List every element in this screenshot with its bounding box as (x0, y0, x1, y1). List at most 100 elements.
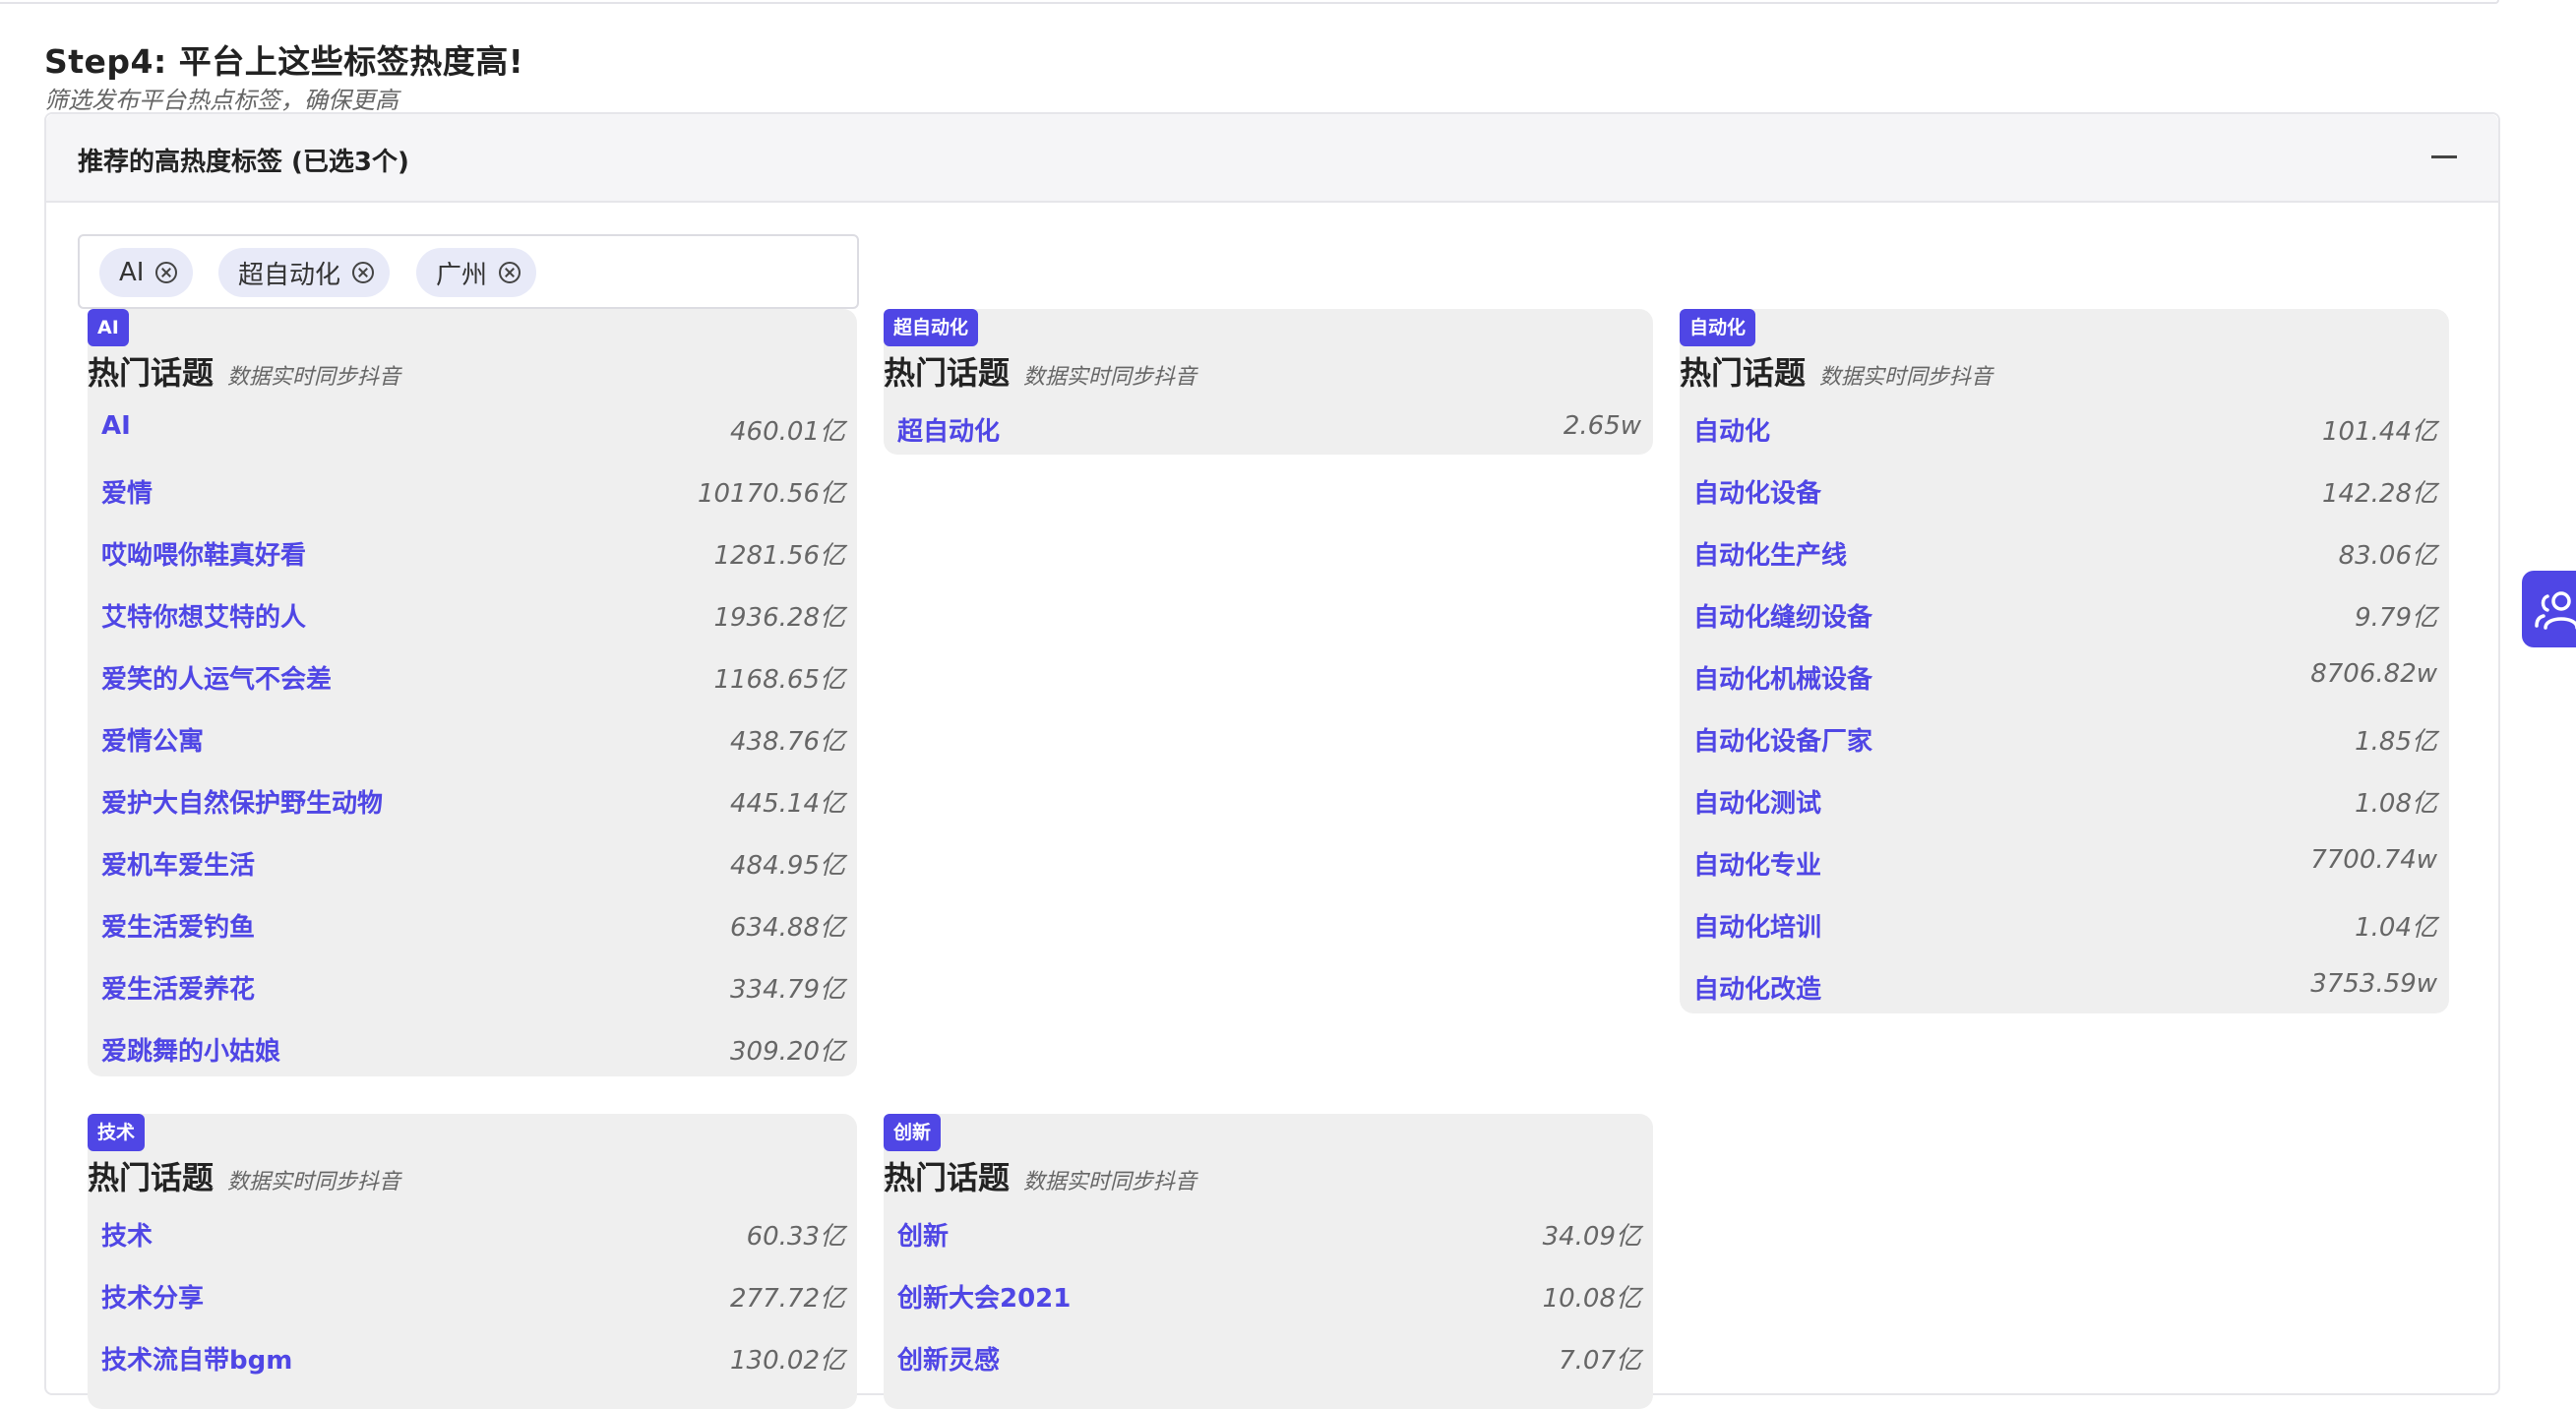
topic-name[interactable]: 超自动化 (897, 411, 1000, 448)
topic-count: 10170.56亿 (697, 479, 845, 509)
topic-count: 7700.74w (2310, 845, 2437, 875)
topic-name[interactable]: 艾特你想艾特的人 (101, 597, 306, 634)
topic-count: 8706.82w (2310, 659, 2437, 689)
topic-row[interactable]: 技术流自带bgm 130.02亿 (88, 1330, 857, 1392)
topic-count: 7.07亿 (1559, 1346, 1641, 1376)
topic-name[interactable]: 自动化设备厂家 (1693, 721, 1872, 758)
hot-tags-panel: 推荐的高热度标签 (已选3个) AI 超自动化 广州 AI 热门话题 数据实时同… (44, 112, 2500, 1409)
hot-topic-card: AI 热门话题 数据实时同步抖音 AI 460.01亿 爱情 10170.56亿 哎… (88, 309, 857, 1076)
topic-row[interactable]: 自动化生产线 83.06亿 (1680, 525, 2449, 587)
topic-row[interactable]: 爱情公寓 438.76亿 (88, 711, 857, 773)
topic-name[interactable]: 爱机车爱生活 (101, 845, 255, 882)
selected-tags-input[interactable]: AI 超自动化 广州 (78, 234, 859, 309)
topic-row[interactable]: 创新大会2021 10.08亿 (884, 1268, 1653, 1330)
topic-name[interactable]: 爱生活爱养花 (101, 969, 255, 1006)
topic-row[interactable]: 艾特你想艾特的人 1936.28亿 (88, 587, 857, 649)
card-tag-badge: AI (88, 309, 129, 346)
topic-name[interactable]: 创新 (897, 1216, 949, 1253)
step-subtitle: 筛选发布平台热点标签，确保更高 (44, 87, 399, 114)
users-icon (2535, 591, 2576, 630)
topic-row[interactable]: AI 460.01亿 (88, 401, 857, 463)
topic-name[interactable]: 技术分享 (101, 1278, 204, 1315)
topic-name[interactable]: AI (101, 411, 131, 441)
topic-row[interactable]: 爱情 10170.56亿 (88, 463, 857, 525)
topic-name[interactable]: 自动化测试 (1693, 783, 1821, 820)
topic-list: 自动化 101.44亿 自动化设备 142.28亿 自动化生产线 83.06亿 自动化… (1680, 401, 2449, 1021)
topic-row[interactable]: 技术分享 277.72亿 (88, 1268, 857, 1330)
topic-row[interactable]: 爱生活爱养花 334.79亿 (88, 959, 857, 1021)
topic-name[interactable]: 自动化 (1693, 411, 1770, 448)
topic-row[interactable]: 自动化测试 1.08亿 (1680, 773, 2449, 835)
topic-row[interactable]: 爱机车爱生活 484.95亿 (88, 835, 857, 897)
topic-name[interactable]: 自动化设备 (1693, 473, 1821, 510)
topic-name[interactable]: 爱跳舞的小姑娘 (101, 1031, 280, 1068)
topic-row[interactable]: 爱生活爱钓鱼 634.88亿 (88, 897, 857, 959)
card-title: 热门话题 (1680, 354, 1807, 392)
topic-name[interactable]: 爱生活爱钓鱼 (101, 907, 255, 944)
topic-name[interactable]: 爱护大自然保护野生动物 (101, 783, 383, 820)
topic-row[interactable]: 哎呦喂你鞋真好看 1281.56亿 (88, 525, 857, 587)
topic-count: 1.08亿 (2355, 789, 2437, 819)
topic-row[interactable]: 创新 34.09亿 (884, 1206, 1653, 1268)
topic-count: 445.14亿 (730, 789, 845, 819)
topic-row[interactable]: 自动化改造 3753.59w (1680, 959, 2449, 1021)
selected-tag-chip[interactable]: AI (99, 248, 194, 297)
circle-x-icon[interactable] (499, 262, 521, 283)
topic-name[interactable]: 创新灵感 (897, 1340, 1000, 1377)
topic-count: 10.08亿 (1542, 1284, 1641, 1314)
topic-name[interactable]: 自动化专业 (1693, 845, 1821, 882)
topic-name[interactable]: 哎呦喂你鞋真好看 (101, 535, 306, 572)
selected-tag-chip[interactable]: 超自动化 (218, 248, 391, 297)
panel-title: 推荐的高热度标签 (已选3个) (78, 148, 409, 177)
minus-icon[interactable] (2431, 155, 2457, 158)
topic-count: 83.06亿 (2338, 541, 2437, 571)
topic-name[interactable]: 自动化生产线 (1693, 535, 1847, 572)
topic-name[interactable]: 创新大会2021 (897, 1278, 1071, 1315)
topic-row[interactable]: 创新灵感 7.07亿 (884, 1330, 1653, 1392)
hot-topic-card: 技术 热门话题 数据实时同步抖音 技术 60.33亿 技术分享 277.72亿 技术… (88, 1114, 857, 1409)
selected-tag-chip[interactable]: 广州 (416, 248, 537, 297)
topic-row[interactable]: 自动化培训 1.04亿 (1680, 897, 2449, 959)
side-float-button[interactable] (2522, 571, 2576, 647)
circle-x-icon[interactable] (352, 262, 375, 283)
chip-label: 广州 (436, 260, 488, 290)
topic-row[interactable]: 爱护大自然保护野生动物 445.14亿 (88, 773, 857, 835)
topic-row[interactable]: 爱跳舞的小姑娘 309.20亿 (88, 1021, 857, 1083)
card-subtitle: 数据实时同步抖音 (1023, 365, 1197, 390)
topic-name[interactable]: 自动化改造 (1693, 969, 1821, 1006)
topic-name[interactable]: 技术流自带bgm (101, 1340, 292, 1377)
panel-header[interactable]: 推荐的高热度标签 (已选3个) (46, 114, 2498, 203)
topic-row[interactable]: 自动化专业 7700.74w (1680, 835, 2449, 897)
topic-row[interactable]: 超自动化 2.65w (884, 401, 1653, 463)
topic-count: 130.02亿 (730, 1346, 845, 1376)
topic-name[interactable]: 自动化机械设备 (1693, 659, 1872, 696)
topic-row[interactable]: 自动化 101.44亿 (1680, 401, 2449, 463)
topic-list: 超自动化 2.65w (884, 401, 1653, 463)
topic-row[interactable]: 自动化设备厂家 1.85亿 (1680, 711, 2449, 773)
topic-count: 101.44亿 (2322, 417, 2437, 447)
topic-name[interactable]: 技术 (101, 1216, 153, 1253)
topic-row[interactable]: 爱笑的人运气不会差 1168.65亿 (88, 649, 857, 711)
circle-x-icon[interactable] (155, 262, 178, 283)
topic-row[interactable]: 自动化设备 142.28亿 (1680, 463, 2449, 525)
card-tag-badge: 自动化 (1680, 309, 1756, 346)
chip-label: 超自动化 (238, 260, 341, 290)
topic-name[interactable]: 爱情公寓 (101, 721, 204, 758)
topic-count: 1.04亿 (2355, 913, 2437, 943)
topic-row[interactable]: 自动化缝纫设备 9.79亿 (1680, 587, 2449, 649)
topic-name[interactable]: 自动化缝纫设备 (1693, 597, 1872, 634)
topic-row[interactable]: 技术 60.33亿 (88, 1206, 857, 1268)
topic-count: 9.79亿 (2355, 603, 2437, 633)
topic-name[interactable]: 自动化培训 (1693, 907, 1821, 944)
topic-row[interactable]: 自动化机械设备 8706.82w (1680, 649, 2449, 711)
previous-section-border (0, 0, 2499, 4)
step-title: Step4: 平台上这些标签热度高! (44, 42, 524, 81)
topic-count: 277.72亿 (730, 1284, 845, 1314)
hot-topic-card: 超自动化 热门话题 数据实时同步抖音 超自动化 2.65w (884, 309, 1653, 455)
topic-count: 142.28亿 (2322, 479, 2437, 509)
topic-name[interactable]: 爱情 (101, 473, 153, 510)
topic-name[interactable]: 爱笑的人运气不会差 (101, 659, 332, 696)
topic-count: 1.85亿 (2355, 727, 2437, 757)
card-subtitle: 数据实时同步抖音 (1023, 1170, 1197, 1195)
topic-list: 创新 34.09亿 创新大会2021 10.08亿 创新灵感 7.07亿 (884, 1206, 1653, 1392)
